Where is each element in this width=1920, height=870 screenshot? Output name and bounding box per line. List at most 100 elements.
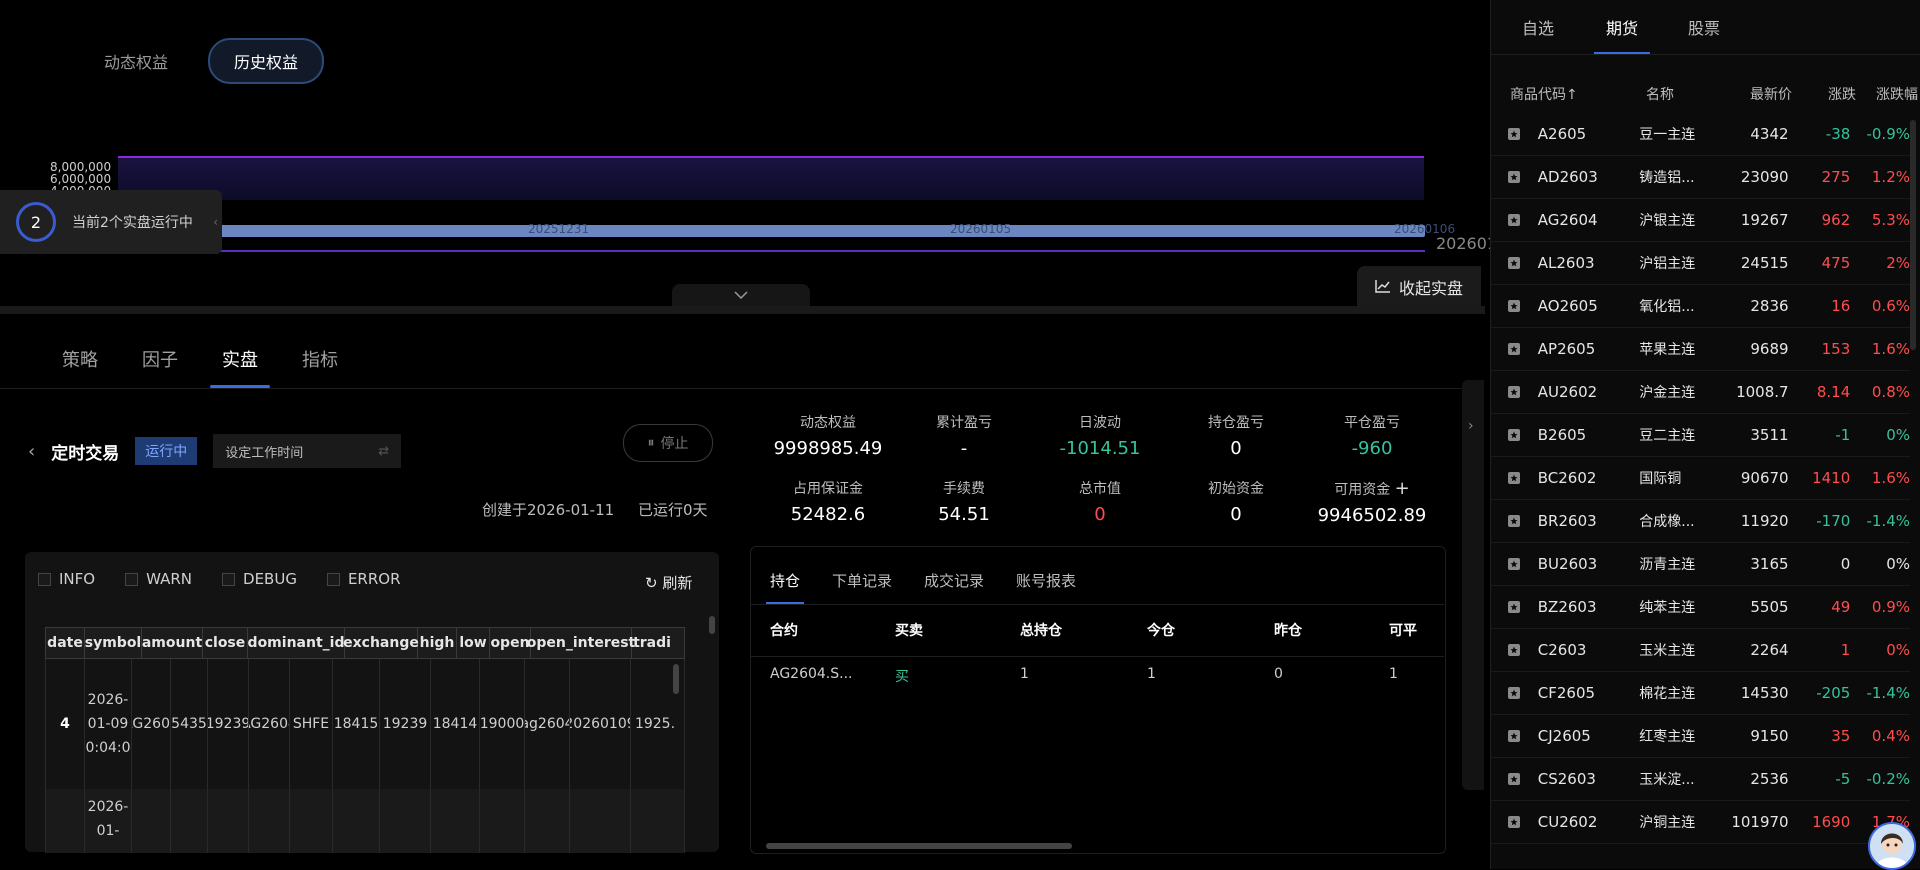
table-cell: 玉米主连 <box>1639 643 1696 659</box>
list-item[interactable]: CF2605 棉花主连 14530 -205 -1.4% <box>1490 672 1910 715</box>
pause-icon: ⏸ <box>647 435 655 451</box>
log-scrollbar[interactable] <box>708 612 716 852</box>
side-toggle[interactable]: › <box>1462 380 1484 790</box>
section-divider[interactable] <box>0 306 1485 314</box>
bookmark-icon[interactable] <box>1490 729 1538 743</box>
refresh-button[interactable]: ↻ 刷新 <box>645 572 692 593</box>
stat-value: 0 <box>1230 504 1242 525</box>
list-item[interactable]: A2605 豆一主连 4342 -38 -0.9% <box>1490 113 1910 156</box>
list-item[interactable]: AU2602 沪金主连 1008.7 8.14 0.8% <box>1490 371 1910 414</box>
row-index <box>46 789 85 853</box>
table-cell: BR2603 <box>1537 512 1597 530</box>
tab-stocks[interactable]: 股票 <box>1688 0 1720 54</box>
refresh-icon: ↻ <box>645 574 658 592</box>
bookmark-icon[interactable] <box>1490 385 1538 399</box>
list-item[interactable]: AO2605 氧化铝... 2836 16 0.6% <box>1490 285 1910 328</box>
list-item[interactable]: BR2603 合成橡... 11920 -170 -1.4% <box>1490 500 1910 543</box>
expand-handle[interactable] <box>672 284 810 306</box>
stop-button[interactable]: ⏸ 停止 <box>623 424 713 462</box>
list-item[interactable]: C2603 玉米主连 2264 1 0% <box>1490 629 1910 672</box>
collapse-live-button[interactable]: 收起实盘 <box>1357 266 1481 308</box>
work-time-field[interactable]: 设定工作时间 ⇄ <box>213 434 402 468</box>
tab-watchlist[interactable]: 自选 <box>1522 0 1554 54</box>
back-chevron-icon[interactable]: ‹ <box>28 441 35 462</box>
avatar[interactable] <box>1868 822 1916 870</box>
market-scrollbar[interactable] <box>1910 120 1916 350</box>
column-header-code[interactable]: 商品代码↑ <box>1510 84 1646 104</box>
list-item[interactable]: CS2603 玉米淀... 2536 -5 -0.2% <box>1490 758 1910 801</box>
tab-orders[interactable]: 下单记录 <box>832 556 892 604</box>
checkbox[interactable] <box>125 573 139 586</box>
column-header: date <box>46 628 85 658</box>
tab-trades[interactable]: 成交记录 <box>924 556 984 604</box>
bookmark-icon[interactable] <box>1490 514 1538 528</box>
checkbox[interactable] <box>38 573 51 586</box>
list-item[interactable]: B2605 豆二主连 3511 -1 0% <box>1490 414 1910 457</box>
table-cell: 0 <box>1274 666 1283 682</box>
table-cell: -38 <box>1825 125 1851 143</box>
list-item[interactable]: AD2603 铸造铝... 23090 275 1.2% <box>1490 156 1910 199</box>
running-count-badge: 2 <box>16 202 56 242</box>
bookmark-icon[interactable] <box>1490 127 1538 141</box>
checkbox[interactable] <box>222 573 236 586</box>
tab-indicator[interactable]: 指标 <box>302 330 338 388</box>
bookmark-icon[interactable] <box>1490 600 1538 614</box>
log-filters: INFO WARN DEBUG ERROR <box>38 570 401 588</box>
filter-info[interactable]: INFO <box>38 570 95 588</box>
bookmark-icon[interactable] <box>1490 815 1538 829</box>
tab-live[interactable]: 实盘 <box>210 330 270 388</box>
stat-available-capital: 可用资金 +9946502.89 <box>1304 478 1440 526</box>
running-banner[interactable]: 2 当前2个实盘运行中 ‹ <box>0 190 222 254</box>
positions-scrollbar[interactable] <box>756 842 1438 850</box>
bookmark-icon[interactable] <box>1490 170 1538 184</box>
filter-error[interactable]: ERROR <box>326 570 401 588</box>
tab-history-equity[interactable]: 历史权益 <box>208 38 325 84</box>
tab-strategy[interactable]: 策略 <box>62 330 98 388</box>
tab-dynamic-equity[interactable]: 动态权益 <box>80 40 192 82</box>
filter-warn[interactable]: WARN <box>125 570 192 588</box>
checkbox[interactable] <box>326 573 340 586</box>
refresh-label: 刷新 <box>662 574 693 592</box>
table-cell: 2026-01- <box>85 789 132 853</box>
table-cell: 3165 <box>1750 555 1789 573</box>
bookmark-icon[interactable] <box>1490 772 1538 786</box>
stat-position-pnl: 持仓盈亏 0 <box>1168 412 1304 459</box>
filter-debug[interactable]: DEBUG <box>222 570 297 588</box>
bookmark-icon[interactable] <box>1490 686 1538 700</box>
bookmark-icon[interactable] <box>1490 213 1538 227</box>
bookmark-icon[interactable] <box>1490 256 1538 270</box>
list-item[interactable]: AL2603 沪铝主连 24515 475 2% <box>1490 242 1910 285</box>
table-cell: 153 <box>1821 340 1851 358</box>
list-item[interactable]: BU2603 沥青主连 3165 0 0% <box>1490 543 1910 586</box>
bookmark-icon[interactable] <box>1490 471 1538 485</box>
bookmark-icon[interactable] <box>1490 643 1538 657</box>
chart-range-slider[interactable] <box>220 225 1425 237</box>
list-item[interactable]: BZ2603 纯苯主连 5505 49 0.9% <box>1490 586 1910 629</box>
list-item[interactable]: CJ2605 红枣主连 9150 35 0.4% <box>1490 715 1910 758</box>
chevron-left-icon[interactable]: ‹ <box>213 215 218 229</box>
column-header: amount <box>142 628 203 658</box>
list-item[interactable]: BC2602 国际铜 90670 1410 1.6% <box>1490 457 1910 500</box>
bookmark-icon[interactable] <box>1490 299 1538 313</box>
table-row[interactable]: AG2604.S... 买 1 1 0 1 <box>770 666 1449 686</box>
tab-account-report[interactable]: 账号报表 <box>1016 556 1076 604</box>
tab-positions[interactable]: 持仓 <box>765 556 805 604</box>
bookmark-icon[interactable] <box>1490 428 1538 442</box>
table-cell: 1 <box>1020 666 1029 682</box>
table-cell: 铸造铝... <box>1639 170 1695 186</box>
inner-scrollbar-thumb[interactable] <box>673 664 679 694</box>
market-list: A2605 豆一主连 4342 -38 -0.9% AD2603 铸造铝... 23090 27… <box>1490 113 1910 844</box>
list-item[interactable]: AP2605 苹果主连 9689 153 1.6% <box>1490 328 1910 371</box>
stat-label-text: 可用资金 <box>1334 482 1391 498</box>
chevron-down-icon <box>734 287 748 303</box>
plus-icon[interactable]: + <box>1395 478 1410 499</box>
tab-futures[interactable]: 期货 <box>1593 0 1651 54</box>
table-cell: 14530 <box>1740 684 1789 702</box>
bookmark-icon[interactable] <box>1490 557 1538 571</box>
list-item[interactable]: AG2604 沪银主连 19267 962 5.3% <box>1490 199 1910 242</box>
tab-factor[interactable]: 因子 <box>142 330 178 388</box>
stat-label: 日波动 <box>1079 415 1121 431</box>
list-item[interactable]: CU2602沪铜主连10197016901.7% <box>1490 801 1910 844</box>
table-cell: 2836 <box>1750 297 1789 315</box>
bookmark-icon[interactable] <box>1490 342 1538 356</box>
